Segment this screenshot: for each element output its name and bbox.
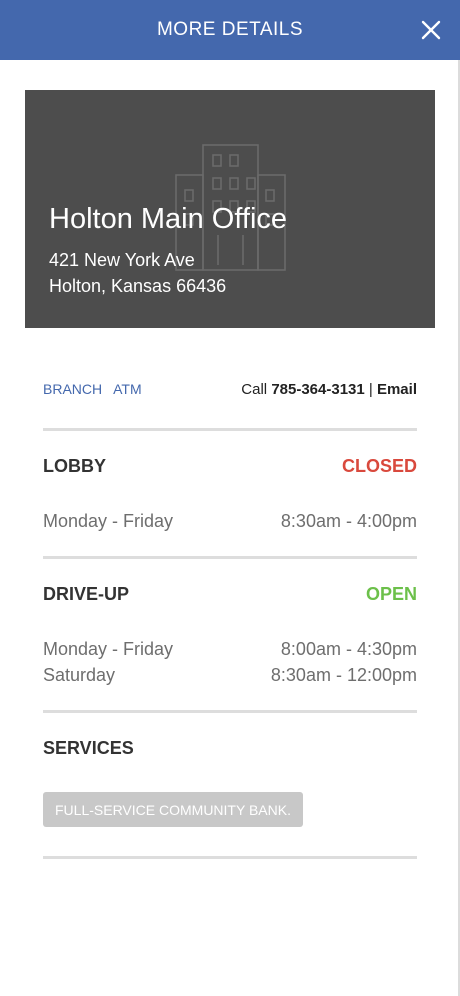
divider bbox=[43, 428, 417, 431]
tag-branch[interactable]: BRANCH bbox=[43, 381, 102, 397]
lobby-title: LOBBY bbox=[43, 456, 106, 476]
hours-time: 8:30am - 12:00pm bbox=[270, 665, 417, 685]
tags-contact-row: BRANCH ATM Call 785-364-3131 | Email bbox=[43, 379, 417, 399]
close-icon[interactable] bbox=[416, 15, 446, 45]
header-bar: MORE DETAILS bbox=[0, 0, 460, 60]
lobby-hours-row: Monday - Friday 8:30am - 4:00pm bbox=[43, 511, 417, 532]
hours-time: 8:30am - 4:00pm bbox=[280, 511, 417, 531]
drive-up-hours-row: Monday - Friday 8:00am - 4:30pm bbox=[43, 639, 417, 660]
drive-up-title: DRIVE-UP bbox=[43, 584, 130, 604]
service-badge: FULL-SERVICE COMMUNITY BANK. bbox=[43, 792, 303, 827]
contact-info: Call 785-364-3131 | Email bbox=[241, 381, 417, 398]
hours-days: Monday - Friday bbox=[43, 511, 174, 531]
phone-link[interactable]: 785-364-3131 bbox=[271, 381, 364, 398]
hours-days: Saturday bbox=[43, 665, 116, 685]
address-line-1: 421 New York Ave bbox=[49, 250, 195, 270]
services-title: SERVICES bbox=[43, 738, 134, 758]
location-name: Holton Main Office bbox=[49, 203, 288, 235]
hours-time: 8:00am - 4:30pm bbox=[280, 639, 417, 659]
drive-up-hours-row: Saturday 8:30am - 12:00pm bbox=[43, 665, 417, 686]
tag-atm[interactable]: ATM bbox=[113, 381, 142, 397]
divider bbox=[43, 556, 417, 559]
lobby-status-badge: CLOSED bbox=[341, 456, 417, 476]
divider bbox=[43, 710, 417, 713]
hours-days: Monday - Friday bbox=[43, 639, 174, 659]
contact-separator: | bbox=[364, 380, 377, 398]
address-line-2: Holton, Kansas 66436 bbox=[49, 276, 227, 296]
location-hero: Holton Main Office 421 New York Ave Holt… bbox=[25, 90, 435, 328]
divider bbox=[43, 856, 417, 859]
drive-up-status-badge: OPEN bbox=[365, 584, 417, 604]
page-title: MORE DETAILS bbox=[156, 19, 304, 40]
call-label: Call bbox=[241, 380, 272, 398]
email-link[interactable]: Email bbox=[377, 381, 417, 398]
